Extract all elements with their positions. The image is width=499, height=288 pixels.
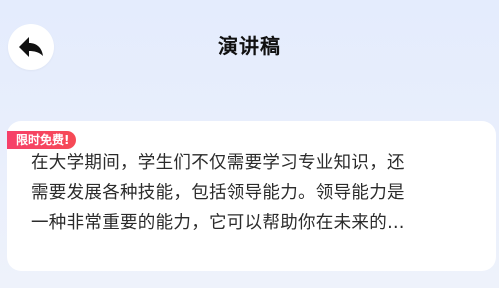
header-bar: 演讲稿: [0, 0, 499, 95]
speech-preview: 在大学期间，学生们不仅需要学习专业知识，还 需要发展各种技能，包括领导能力。领导…: [31, 148, 471, 238]
preview-line: 需要发展各种技能，包括领导能力。领导能力是: [31, 183, 405, 203]
free-badge: 限时免费!: [7, 131, 77, 149]
page-title: 演讲稿: [218, 34, 281, 58]
preview-line: 一种非常重要的能力，它可以帮助你在未来的…: [31, 213, 405, 233]
preview-line: 在大学期间，学生们不仅需要学习专业知识，还: [31, 153, 405, 173]
